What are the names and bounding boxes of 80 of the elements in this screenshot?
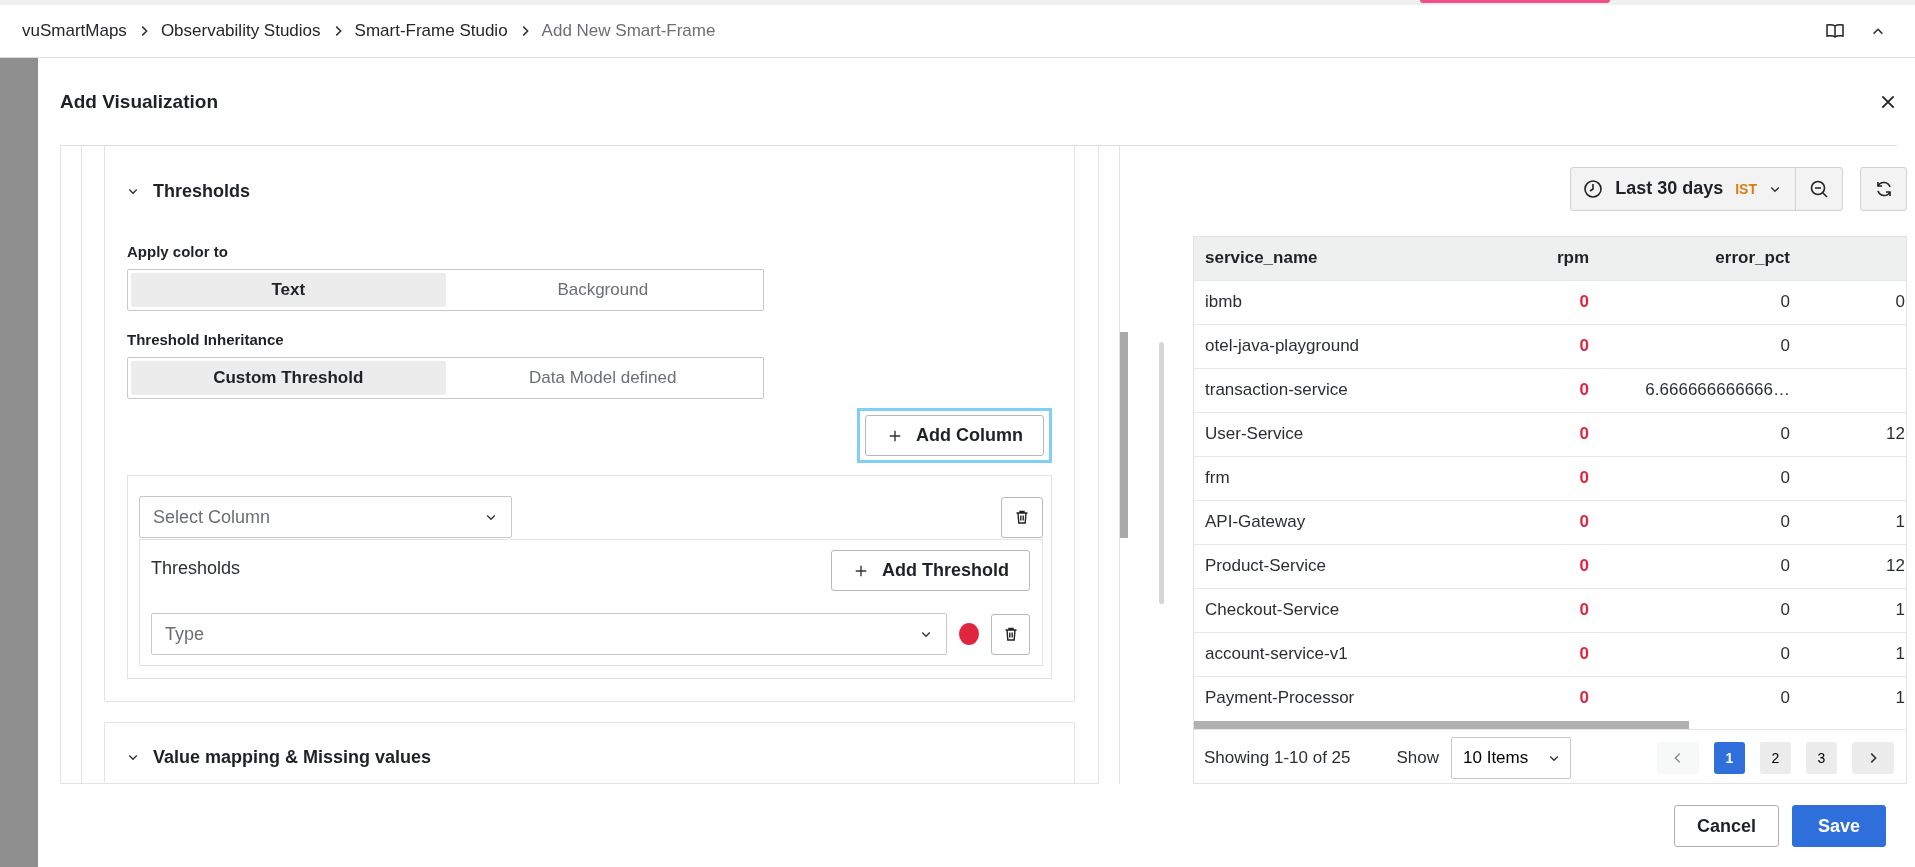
- add-threshold-button[interactable]: Add Threshold: [831, 550, 1030, 591]
- breadcrumb-link[interactable]: vuSmartMaps: [22, 21, 127, 41]
- plus-icon: [888, 428, 902, 443]
- select-column-dropdown[interactable]: Select Column: [139, 496, 512, 538]
- plus-icon: [854, 563, 868, 578]
- table-cell: 0: [1600, 456, 1801, 501]
- table-cell: 1: [1801, 676, 1906, 720]
- table-cell: 12: [1801, 412, 1906, 457]
- breadcrumb-link[interactable]: Add New Smart-Frame: [541, 21, 716, 41]
- table-cell: 0: [1395, 544, 1600, 589]
- table-cell: 0: [1600, 280, 1801, 325]
- segment-option[interactable]: Text: [131, 273, 446, 307]
- segment-option[interactable]: Custom Threshold: [131, 361, 446, 395]
- page-size-dropdown[interactable]: 10 Items: [1451, 737, 1572, 780]
- segment-option[interactable]: Data Model defined: [445, 361, 760, 395]
- table-cell: 0: [1600, 544, 1801, 589]
- dialog-title: Add Visualization: [60, 90, 218, 113]
- color-dot[interactable]: [959, 623, 980, 645]
- book-button[interactable]: [1825, 23, 1845, 39]
- column-header: error_pct: [1600, 236, 1801, 281]
- save-button[interactable]: Save: [1791, 805, 1886, 847]
- table-cell: ibmb: [1194, 280, 1395, 325]
- page-button[interactable]: 1: [1714, 742, 1745, 775]
- table-cell: 0: [1395, 456, 1600, 501]
- delete-button[interactable]: [991, 613, 1030, 655]
- trash-icon: [1014, 509, 1030, 525]
- table-cell: 1: [1801, 588, 1906, 633]
- field-label: Threshold Inheritance: [127, 331, 285, 348]
- page-button[interactable]: 3: [1806, 742, 1837, 775]
- table-cell: transaction-service: [1194, 368, 1395, 413]
- table-cell: 1: [1801, 500, 1906, 545]
- table-cell: 0: [1395, 632, 1600, 677]
- table-cell: 0: [1395, 324, 1600, 369]
- clock-icon: [1583, 178, 1604, 199]
- section-title[interactable]: Value mapping & Missing values: [153, 746, 432, 768]
- table-cell: otel-java-playground: [1194, 324, 1395, 369]
- thresholds-label: Thresholds: [151, 558, 241, 579]
- scrollbar[interactable]: [1120, 332, 1128, 538]
- table-cell: User-Service: [1194, 412, 1395, 457]
- table-cell: 0: [1395, 368, 1600, 413]
- scrollbar[interactable]: [1159, 342, 1164, 604]
- table-cell: 0: [1395, 280, 1600, 325]
- table-cell: 0: [1600, 588, 1801, 633]
- pagination-summary: Showing 1-10 of 25: [1204, 748, 1351, 769]
- table-cell: 1: [1801, 632, 1906, 677]
- page-button[interactable]: 2: [1760, 742, 1791, 775]
- table-cell: 12: [1801, 544, 1906, 589]
- table-cell: Payment-Processor: [1194, 676, 1395, 720]
- table-cell: 0: [1395, 676, 1600, 720]
- section-title[interactable]: Thresholds: [153, 180, 250, 202]
- add-column-button[interactable]: Add Column: [865, 415, 1044, 456]
- book-icon: [1825, 23, 1845, 39]
- breadcrumb-link[interactable]: Smart-Frame Studio: [354, 21, 508, 41]
- type-dropdown[interactable]: Type: [151, 613, 947, 655]
- table-cell: frm: [1194, 456, 1395, 501]
- table-cell: 0: [1600, 500, 1801, 545]
- segment-option[interactable]: Background: [445, 273, 760, 307]
- delete-button[interactable]: [1001, 496, 1043, 538]
- zoom-out-icon: [1809, 178, 1829, 199]
- table-cell: Checkout-Service: [1194, 588, 1395, 633]
- table-cell: 0: [1801, 280, 1906, 325]
- column-header: rpm: [1395, 236, 1600, 281]
- table-cell: 0: [1600, 632, 1801, 677]
- cancel-button[interactable]: Cancel: [1673, 805, 1779, 847]
- table-cell: Product-Service: [1194, 544, 1395, 589]
- field-label: Apply color to: [127, 243, 229, 260]
- table-cell: 0: [1395, 412, 1600, 457]
- table-cell: 0: [1395, 588, 1600, 633]
- show-label: Show: [1396, 748, 1440, 769]
- table-cell: 0: [1600, 324, 1801, 369]
- table-cell: 6.666666666666…: [1600, 368, 1801, 413]
- table-cell: 0: [1600, 412, 1801, 457]
- breadcrumb-link[interactable]: Observability Studios: [160, 21, 321, 41]
- horizontal-scrollbar[interactable]: [1194, 720, 1689, 729]
- table-cell: API-Gateway: [1194, 500, 1395, 545]
- column-header: service_name: [1194, 236, 1395, 281]
- table-cell: 0: [1600, 676, 1801, 720]
- table-cell: account-service-v1: [1194, 632, 1395, 677]
- table-cell: 0: [1395, 500, 1600, 545]
- refresh-button[interactable]: [1860, 167, 1907, 211]
